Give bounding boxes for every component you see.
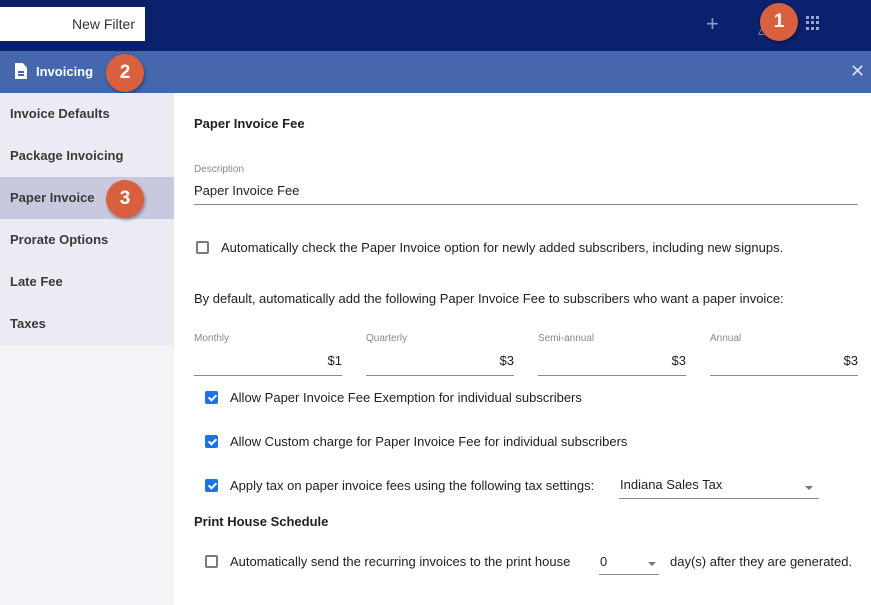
- sidebar-item-package-invoicing[interactable]: Package Invoicing: [0, 135, 174, 177]
- step-badge-3: 3: [106, 180, 144, 218]
- apply-tax-label: Apply tax on paper invoice fees using th…: [230, 478, 595, 493]
- monthly-label: Monthly: [194, 333, 230, 344]
- plus-icon[interactable]: +: [706, 13, 719, 35]
- sidebar-item-prorate-options[interactable]: Prorate Options: [0, 219, 174, 261]
- quarterly-underline: [366, 375, 514, 376]
- monthly-underline: [194, 375, 342, 376]
- semi-annual-underline: [538, 375, 686, 376]
- step-badge-1: 1: [760, 3, 798, 41]
- apps-grid-icon[interactable]: [806, 16, 820, 30]
- tax-select-underline: [619, 498, 819, 499]
- print-house-schedule-heading: Print House Schedule: [194, 514, 329, 529]
- sidebar: Invoice Defaults Package Invoicing Paper…: [0, 93, 174, 605]
- top-bar: New Filter + △ 1: [0, 0, 871, 51]
- description-underline: [194, 204, 858, 205]
- description-label: Description: [194, 164, 245, 175]
- chevron-down-icon[interactable]: [648, 562, 656, 566]
- paper-invoice-fee-heading: Paper Invoice Fee: [194, 116, 305, 131]
- print-house-label: Automatically send the recurring invoice…: [230, 554, 571, 569]
- new-filter-input[interactable]: New Filter: [0, 7, 145, 41]
- tax-setting-select[interactable]: Indiana Sales Tax: [620, 477, 722, 492]
- description-input[interactable]: Paper Invoice Fee: [194, 183, 300, 198]
- quarterly-label: Quarterly: [366, 333, 408, 344]
- annual-underline: [710, 375, 858, 376]
- section-title: Invoicing: [36, 64, 94, 79]
- sidebar-item-taxes[interactable]: Taxes: [0, 303, 174, 345]
- annual-fee-input[interactable]: $3: [710, 353, 858, 368]
- monthly-fee-input[interactable]: $1: [194, 353, 342, 368]
- allow-custom-charge-label: Allow Custom charge for Paper Invoice Fe…: [230, 434, 628, 449]
- step-badge-2: 2: [106, 54, 144, 92]
- main-content: Paper Invoice Fee Description Paper Invo…: [174, 93, 871, 605]
- allow-exemption-label: Allow Paper Invoice Fee Exemption for in…: [230, 390, 582, 405]
- default-fee-description: By default, automatically add the follow…: [194, 291, 784, 306]
- print-house-days-select[interactable]: 0: [600, 554, 607, 569]
- semi-annual-fee-input[interactable]: $3: [538, 353, 686, 368]
- quarterly-fee-input[interactable]: $3: [366, 353, 514, 368]
- sidebar-item-invoice-defaults[interactable]: Invoice Defaults: [0, 93, 174, 135]
- sidebar-nav: Invoice Defaults Package Invoicing Paper…: [0, 93, 174, 345]
- chevron-down-icon[interactable]: [805, 486, 813, 490]
- annual-label: Annual: [710, 333, 742, 344]
- allow-custom-charge-checkbox[interactable]: [205, 435, 218, 448]
- close-icon[interactable]: ✕: [850, 62, 865, 80]
- print-house-suffix: day(s) after they are generated.: [670, 554, 853, 569]
- sidebar-item-paper-invoice[interactable]: Paper Invoice: [0, 177, 174, 219]
- apply-tax-checkbox[interactable]: [205, 479, 218, 492]
- auto-check-paper-invoice-label: Automatically check the Paper Invoice op…: [221, 240, 784, 255]
- allow-exemption-checkbox[interactable]: [205, 391, 218, 404]
- print-house-checkbox[interactable]: [205, 555, 218, 568]
- sidebar-item-late-fee[interactable]: Late Fee: [0, 261, 174, 303]
- days-select-underline: [599, 574, 659, 575]
- auto-check-paper-invoice-checkbox[interactable]: [196, 241, 209, 254]
- semi-annual-label: Semi-annual: [538, 333, 595, 344]
